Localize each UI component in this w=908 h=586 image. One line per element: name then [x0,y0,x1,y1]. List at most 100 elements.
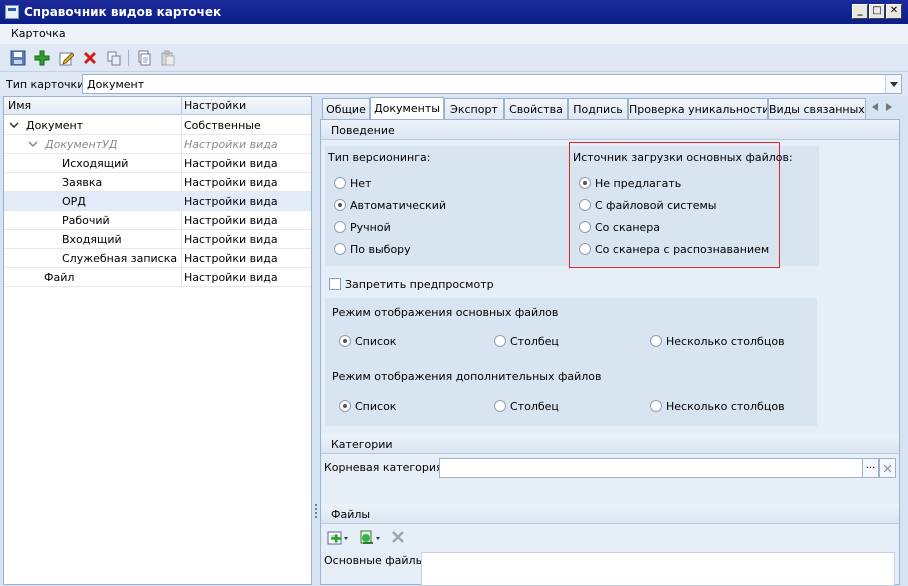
tree-row-settings: Настройки вида [184,138,278,151]
app-icon [5,5,19,19]
menu-bar: Карточка [0,24,908,44]
tree-row-name: Документ [26,119,84,132]
title-bar: Справочник видов карточек _ □ ✕ [0,0,908,24]
radio-extra-mode-list[interactable] [339,400,351,412]
file-source-label: Источник загрузки основных файлов: [573,151,793,164]
column-divider [181,97,182,115]
delete-file-icon[interactable] [391,530,405,544]
tree-row-name: ДокументУД [45,138,118,151]
tab-export[interactable]: Экспорт [444,98,504,119]
tab-signature[interactable]: Подпись [568,98,628,119]
tree-row[interactable]: Заявка Настройки вида [4,173,311,192]
behavior-group-header: Поведение [321,120,899,140]
tab-general[interactable]: Общие [322,98,370,119]
radio-versioning-manual[interactable] [334,221,346,233]
add-icon[interactable] [32,48,52,68]
copy-document-icon[interactable] [134,48,154,68]
scan-file-icon[interactable] [359,529,383,547]
tree-row[interactable]: Служебная записка Настройки вида [4,249,311,268]
tree-row-selected[interactable]: ОРД Настройки вида [4,192,311,211]
tree-row-name: Рабочий [62,214,110,227]
tree-row-name: Заявка [62,176,103,189]
cell-divider [181,211,182,230]
disable-preview-checkbox[interactable] [329,278,341,290]
tab-scroll-right-icon[interactable] [884,102,894,112]
tab-uniqueness-check[interactable]: Проверка уникальности [628,98,768,119]
tree-row[interactable]: Документ Собственные [4,116,311,135]
tree-row[interactable]: ДокументУД Настройки вида [4,135,311,154]
main-files-list[interactable] [421,552,895,586]
categories-group-header: Категории [321,434,899,454]
paste-icon[interactable] [158,48,178,68]
tree-row-settings: Настройки вида [184,214,278,227]
mode-option-label: Несколько столбцов [666,400,785,413]
browse-button[interactable]: ··· [862,458,879,478]
versioning-option-label: Автоматический [350,199,446,212]
clear-button[interactable] [879,458,896,478]
radio-source-scanner-ocr[interactable] [579,243,591,255]
cell-divider [181,249,182,268]
tab-documents[interactable]: Документы [370,97,444,120]
chevron-down-icon[interactable] [28,139,38,149]
radio-versioning-none[interactable] [334,177,346,189]
cell-divider [181,154,182,173]
cell-divider [181,230,182,249]
copy-icon[interactable] [104,48,124,68]
chevron-down-icon[interactable] [9,120,19,130]
tree-row-settings: Настройки вида [184,233,278,246]
tree-row-name: Служебная записка [62,252,178,265]
tree-row[interactable]: Рабочий Настройки вида [4,211,311,230]
radio-extra-mode-column[interactable] [494,400,506,412]
column-header-settings[interactable]: Настройки [184,99,246,112]
radio-main-mode-column[interactable] [494,335,506,347]
delete-icon[interactable] [80,48,100,68]
main-files-label: Основные файлы [324,554,425,567]
close-button[interactable]: ✕ [886,4,902,19]
edit-icon[interactable] [56,48,76,68]
tab-properties[interactable]: Свойства [504,98,568,119]
mode-option-label: Столбец [510,400,559,413]
tree-row[interactable]: Файл Настройки вида [4,268,311,287]
file-source-option-label: Не предлагать [595,177,682,190]
tree-header: Имя Настройки [4,97,311,115]
card-type-select[interactable]: Документ [82,74,902,94]
tree-row[interactable]: Входящий Настройки вида [4,230,311,249]
radio-main-mode-multicolumn[interactable] [650,335,662,347]
maximize-button[interactable]: □ [869,4,885,19]
tab-linked-kinds[interactable]: Виды связанных з [768,98,866,119]
card-type-value: Документ [87,78,145,91]
card-type-label: Тип карточки: [6,78,89,91]
tree-row-name: Входящий [62,233,122,246]
radio-versioning-auto[interactable] [334,199,346,211]
menu-card[interactable]: Карточка [11,27,66,40]
close-icon [884,464,891,472]
root-category-input[interactable] [439,458,863,478]
radio-source-filesystem[interactable] [579,199,591,211]
tree-row[interactable]: Исходящий Настройки вида [4,154,311,173]
save-icon[interactable] [8,48,28,68]
versioning-label: Тип версионинга: [328,151,431,164]
column-header-name[interactable]: Имя [8,99,31,112]
mode-option-label: Несколько столбцов [666,335,785,348]
window-title: Справочник видов карточек [24,5,222,19]
splitter-grip[interactable] [315,504,317,518]
radio-versioning-choice[interactable] [334,243,346,255]
tree-row-settings: Настройки вида [184,195,278,208]
tab-strip: Общие Документы Экспорт Свойства Подпись… [320,97,908,120]
panel-splitter[interactable] [312,96,320,585]
versioning-option-label: Ручной [350,221,391,234]
card-kinds-tree: Имя Настройки Документ Собственные Докум… [3,96,312,585]
tree-row-settings: Настройки вида [184,271,278,284]
radio-source-scanner[interactable] [579,221,591,233]
radio-main-mode-list[interactable] [339,335,351,347]
categories-header-text: Категории [331,438,393,451]
tree-row-name: ОРД [62,195,86,208]
add-file-icon[interactable] [327,529,351,547]
radio-source-none[interactable] [579,177,591,189]
minimize-button[interactable]: _ [852,4,868,19]
chevron-down-icon[interactable] [885,75,901,93]
cell-divider [181,135,182,154]
tab-scroll-left-icon[interactable] [870,102,880,112]
radio-extra-mode-multicolumn[interactable] [650,400,662,412]
tree-row-settings: Настройки вида [184,176,278,189]
